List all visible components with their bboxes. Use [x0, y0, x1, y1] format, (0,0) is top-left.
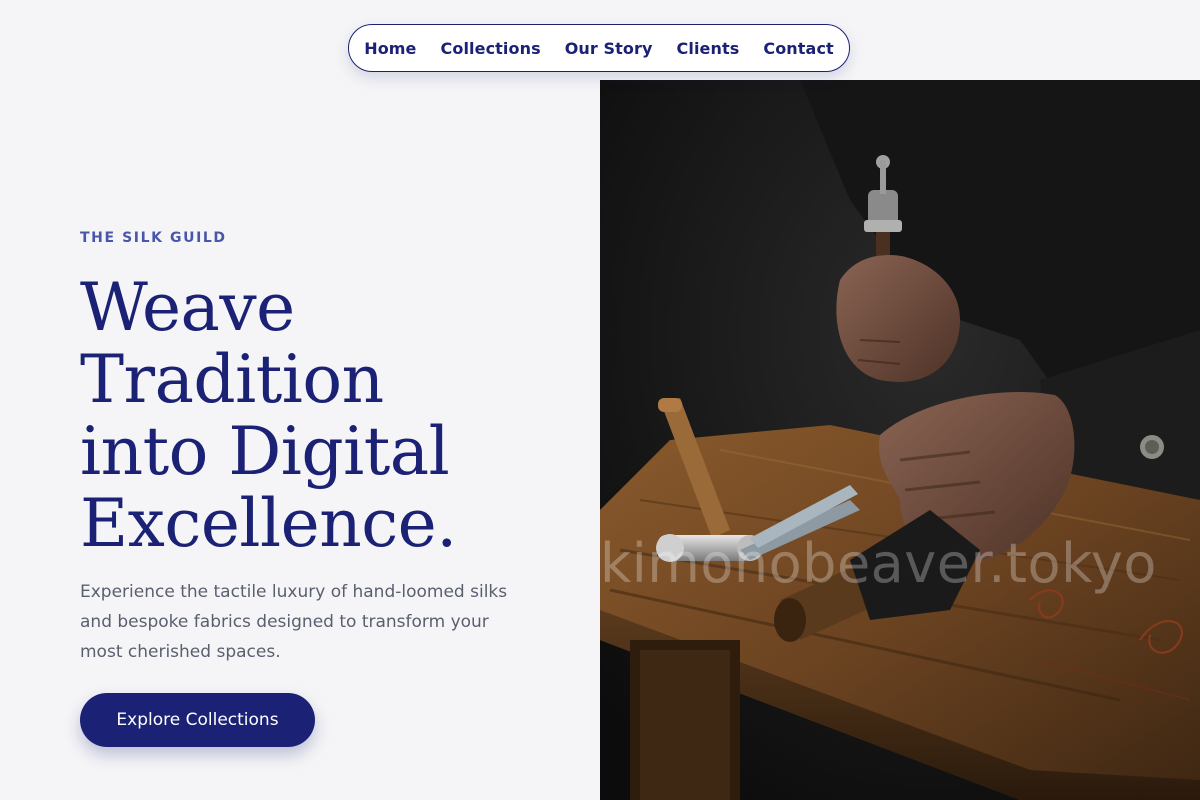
headline-line: Excellence.: [80, 485, 457, 562]
nav-link-our-story[interactable]: Our Story: [565, 39, 653, 58]
explore-collections-button[interactable]: Explore Collections: [80, 693, 315, 747]
image-watermark: kimonobeaver.tokyo: [600, 532, 1157, 595]
hero-subtext: Experience the tactile luxury of hand-lo…: [80, 582, 508, 662]
landing-page: Home Collections Our Story Clients Conta…: [0, 0, 1200, 800]
top-nav: Home Collections Our Story Clients Conta…: [348, 24, 850, 72]
headline-line: Weave: [80, 269, 295, 346]
nav-link-collections[interactable]: Collections: [441, 39, 541, 58]
headline-line: into Digital: [80, 413, 450, 490]
headline-line: Tradition: [80, 341, 384, 418]
craftsman-illustration: [600, 80, 1200, 800]
nav-link-contact[interactable]: Contact: [763, 39, 833, 58]
nav-link-clients[interactable]: Clients: [677, 39, 740, 58]
hero-craftsman-photo: kimonobeaver.tokyo: [600, 80, 1200, 800]
nav-link-home[interactable]: Home: [364, 39, 416, 58]
hero-headline: Weave Tradition into Digital Excellence.: [80, 272, 560, 560]
brand-eyebrow: THE SILK GUILD: [80, 230, 227, 246]
